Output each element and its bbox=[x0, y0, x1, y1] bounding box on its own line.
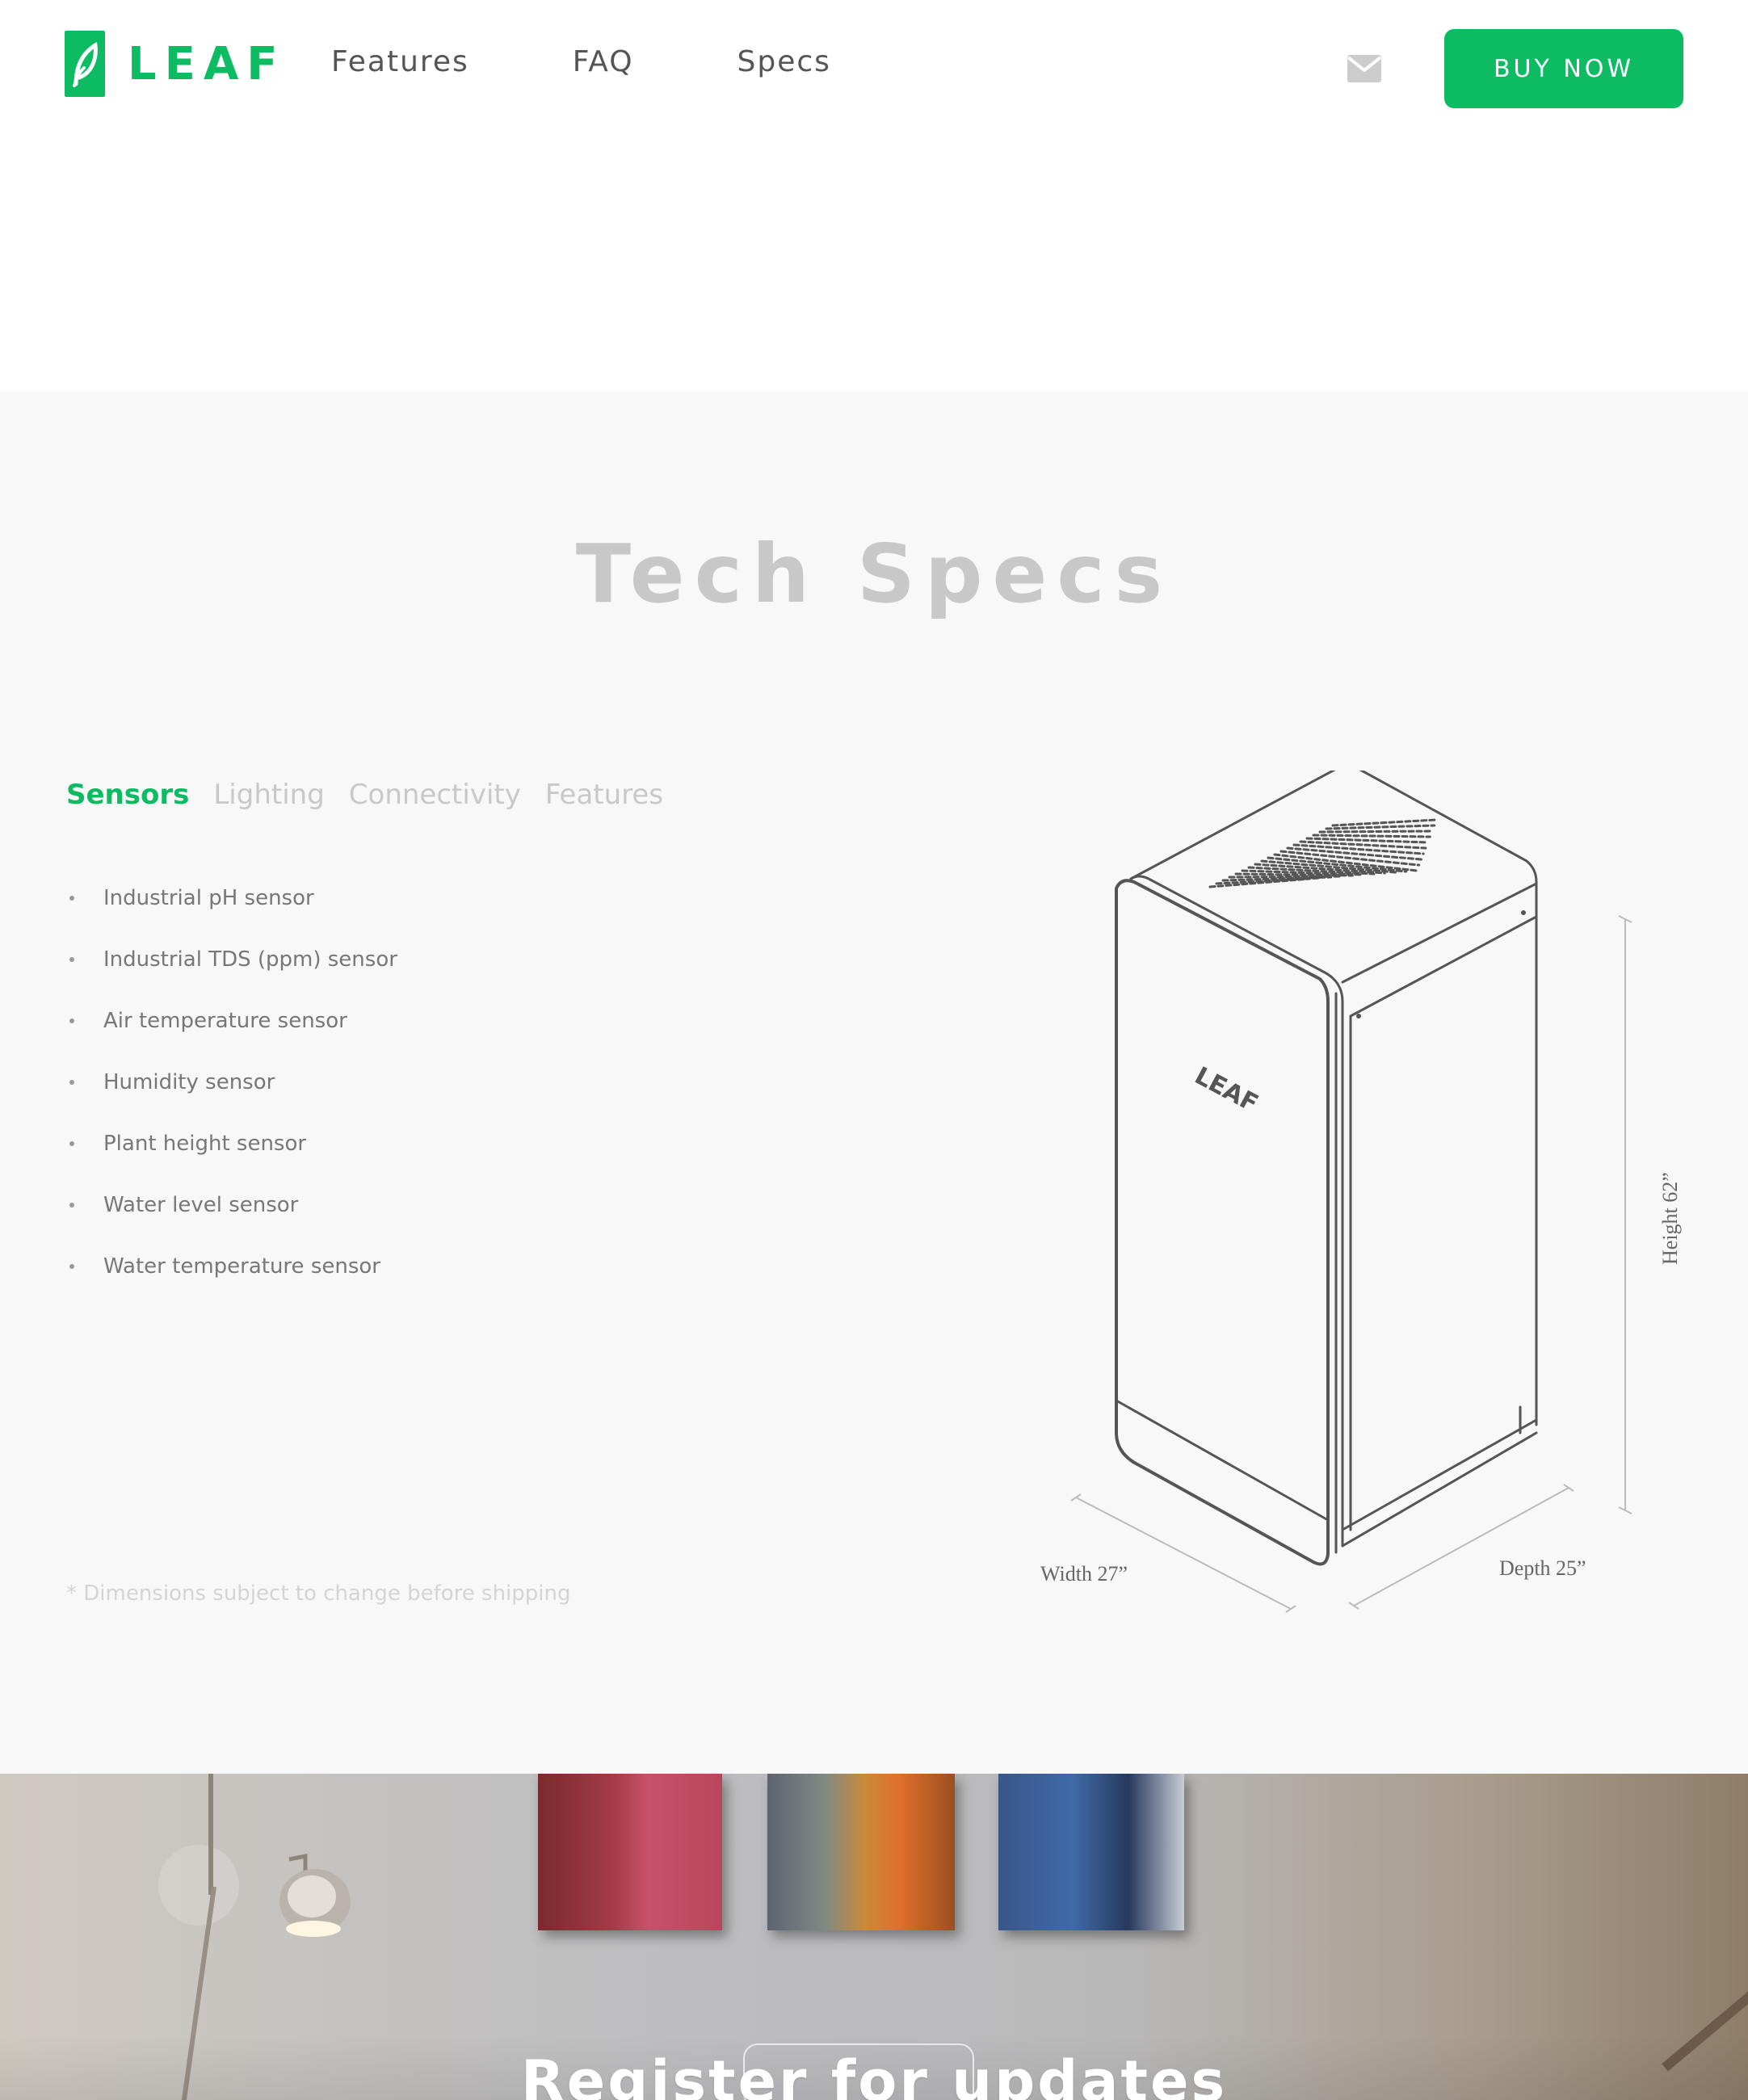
device-illustration: LEAF Width 27” Depth 25” Height 62” bbox=[1040, 771, 1682, 1613]
vent-slot bbox=[1312, 834, 1431, 838]
list-item: Industrial pH sensor bbox=[66, 867, 397, 929]
list-item-label: Humidity sensor bbox=[103, 1070, 275, 1094]
bullet-icon bbox=[69, 1018, 74, 1023]
dimension-width-label: Width 27” bbox=[1040, 1562, 1128, 1586]
sensor-list: Industrial pH sensor Industrial TDS (ppm… bbox=[66, 867, 397, 1297]
device-logo: LEAF bbox=[1190, 1061, 1263, 1118]
list-item-label: Industrial TDS (ppm) sensor bbox=[103, 947, 397, 972]
site-header: LEAF Features FAQ Specs BUY NOW bbox=[0, 0, 1748, 137]
lamp-icon bbox=[279, 1853, 351, 1937]
bullet-icon bbox=[69, 1080, 74, 1085]
tab-lighting[interactable]: Lighting bbox=[213, 779, 324, 811]
list-item-label: Air temperature sensor bbox=[103, 1009, 347, 1033]
dimension-height-label: Height 62” bbox=[1658, 1172, 1682, 1265]
main-nav: Features FAQ Specs bbox=[331, 45, 831, 78]
list-item: Air temperature sensor bbox=[66, 990, 397, 1052]
tab-connectivity[interactable]: Connectivity bbox=[349, 779, 521, 811]
brand-logo[interactable]: LEAF bbox=[65, 31, 286, 97]
painting-blue bbox=[998, 1774, 1184, 1930]
painting-orange bbox=[767, 1774, 955, 1930]
buy-now-button[interactable]: BUY NOW bbox=[1444, 29, 1683, 108]
list-item-label: Water level sensor bbox=[103, 1193, 299, 1217]
list-item: Humidity sensor bbox=[66, 1052, 397, 1113]
list-item-label: Water temperature sensor bbox=[103, 1254, 380, 1279]
list-item: Water temperature sensor bbox=[66, 1236, 397, 1297]
spec-tabs: Sensors Lighting Connectivity Features bbox=[66, 779, 687, 811]
bullet-icon bbox=[69, 1141, 74, 1146]
vent-slot bbox=[1318, 830, 1434, 834]
section-title: Tech Specs bbox=[575, 527, 1173, 621]
dimension-depth-label: Depth 25” bbox=[1499, 1556, 1586, 1580]
painting-red bbox=[538, 1774, 722, 1930]
tech-specs-section: Tech Specs Sensors Lighting Connectivity… bbox=[0, 391, 1748, 1774]
leaf-logo-icon bbox=[65, 31, 105, 97]
nav-link-features[interactable]: Features bbox=[331, 45, 469, 78]
list-item: Industrial TDS (ppm) sensor bbox=[66, 929, 397, 990]
dimensions-footnote: * Dimensions subject to change before sh… bbox=[66, 1581, 571, 1606]
list-item-label: Industrial pH sensor bbox=[103, 886, 314, 910]
bullet-icon bbox=[69, 1203, 74, 1208]
nav-link-specs[interactable]: Specs bbox=[737, 45, 831, 78]
list-item: Plant height sensor bbox=[66, 1113, 397, 1174]
nav-link-faq[interactable]: FAQ bbox=[573, 45, 634, 78]
list-item: Water level sensor bbox=[66, 1174, 397, 1236]
brand-name: LEAF bbox=[128, 37, 286, 90]
register-title: Register for updates bbox=[520, 2048, 1228, 2100]
list-item-label: Plant height sensor bbox=[103, 1132, 307, 1156]
wall-decoration bbox=[158, 1845, 239, 1926]
bullet-icon bbox=[69, 957, 74, 962]
register-section: Register for updates bbox=[0, 1774, 1748, 2100]
tab-features[interactable]: Features bbox=[545, 779, 663, 811]
bullet-icon bbox=[69, 896, 74, 901]
envelope-icon[interactable] bbox=[1347, 55, 1382, 82]
bullet-icon bbox=[69, 1264, 74, 1269]
tab-sensors[interactable]: Sensors bbox=[66, 779, 189, 811]
vent-slot bbox=[1331, 818, 1438, 827]
lamp-arm bbox=[208, 1774, 213, 1895]
